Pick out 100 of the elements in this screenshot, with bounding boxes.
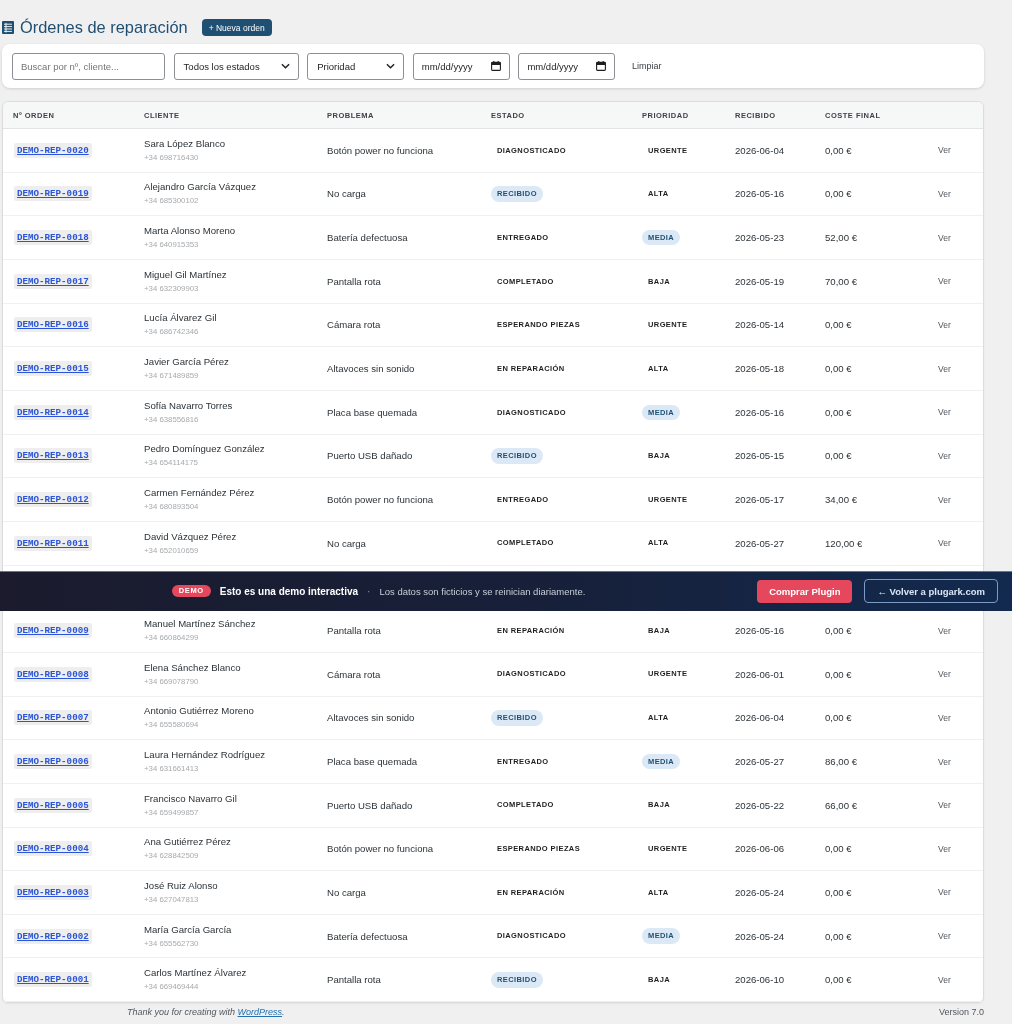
client-name: Manuel Martínez Sánchez: [144, 617, 256, 631]
cost-amount: 0,00 €: [825, 363, 852, 375]
order-number-link[interactable]: DEMO-REP-0002: [14, 928, 92, 944]
view-link[interactable]: Ver: [938, 931, 951, 942]
order-number-link[interactable]: DEMO-REP-0014: [14, 404, 92, 420]
problem-text: Placa base quemada: [327, 406, 418, 418]
client-name: Antonio Gutiérrez Moreno: [144, 704, 254, 718]
received-date: 2026-05-23: [735, 232, 785, 244]
client-name: Ana Gutiérrez Pérez: [144, 835, 231, 849]
received-date: 2026-05-27: [735, 756, 785, 767]
cost-amount: 0,00 €: [825, 319, 852, 331]
back-to-site-button[interactable]: ← Volver a plugark.com: [864, 579, 998, 604]
problem-text: Altavoces sin sonido: [327, 712, 415, 724]
problem-text: Altavoces sin sonido: [327, 363, 415, 375]
cost-amount: 34,00 €: [825, 494, 857, 506]
problem-text: Batería defectuosa: [327, 930, 408, 942]
view-link[interactable]: Ver: [938, 669, 951, 680]
view-link[interactable]: Ver: [938, 407, 951, 418]
view-link[interactable]: Ver: [938, 538, 951, 549]
cost-amount: 0,00 €: [825, 712, 852, 724]
problem-text: No carga: [327, 188, 366, 200]
order-number-link[interactable]: DEMO-REP-0001: [14, 972, 92, 988]
calendar-icon[interactable]: [490, 61, 501, 71]
order-number-link[interactable]: DEMO-REP-0015: [14, 361, 92, 377]
order-number-link[interactable]: DEMO-REP-0006: [14, 754, 92, 769]
client-name: Pedro Domínguez González: [144, 442, 265, 456]
order-number-link[interactable]: DEMO-REP-0018: [14, 230, 92, 246]
received-date: 2026-06-10: [735, 974, 785, 986]
client-name: Alejandro García Vázquez: [144, 180, 256, 194]
client-name: Carmen Fernández Pérez: [144, 486, 255, 500]
order-number-link[interactable]: DEMO-REP-0016: [14, 317, 92, 333]
problem-text: Botón power no funciona: [327, 144, 434, 156]
client-name: José Ruiz Alonso: [144, 879, 218, 892]
cost-amount: 66,00 €: [825, 799, 857, 811]
dot-separator: ·: [367, 585, 371, 597]
problem-text: Botón power no funciona: [327, 494, 434, 506]
calendar-icon[interactable]: [596, 61, 607, 71]
client-name: María García García: [144, 922, 232, 936]
view-link[interactable]: Ver: [938, 232, 951, 243]
problem-text: Pantalla rota: [327, 275, 381, 287]
cost-amount: 0,00 €: [825, 843, 852, 855]
order-number-link[interactable]: DEMO-REP-0004: [14, 841, 92, 857]
client-name: Sara López Blanco: [144, 136, 226, 150]
received-date: 2026-05-17: [735, 494, 785, 506]
view-link[interactable]: Ver: [938, 145, 951, 156]
received-date: 2026-05-14: [735, 319, 785, 331]
problem-text: Pantalla rota: [327, 625, 381, 637]
cost-amount: 0,00 €: [825, 887, 852, 898]
order-number-link[interactable]: DEMO-REP-0012: [14, 492, 92, 508]
order-number-link[interactable]: DEMO-REP-0011: [14, 535, 92, 551]
view-link[interactable]: Ver: [938, 843, 951, 854]
client-name: Elena Sánchez Blanco: [144, 660, 241, 674]
priority-select[interactable]: Prioridad: [307, 52, 405, 80]
problem-text: Puerto USB dañado: [327, 799, 413, 811]
received-date: 2026-05-22: [735, 799, 785, 811]
view-link[interactable]: Ver: [938, 800, 951, 811]
date-field[interactable]: mm/dd/yyyy: [412, 52, 510, 80]
client-name: David Vázquez Pérez: [144, 529, 237, 543]
order-number-link[interactable]: DEMO-REP-0019: [14, 186, 92, 202]
view-link[interactable]: Ver: [938, 319, 951, 330]
view-link[interactable]: Ver: [938, 189, 951, 199]
problem-text: Puerto USB dañado: [327, 450, 413, 462]
order-number-link[interactable]: DEMO-REP-0005: [14, 797, 92, 813]
received-date: 2026-05-27: [735, 537, 785, 549]
buy-plugin-button[interactable]: Comprar Plugin: [757, 579, 853, 603]
search-field[interactable]: Buscar por nº, cliente...: [12, 52, 165, 80]
view-link[interactable]: Ver: [938, 712, 951, 723]
view-link[interactable]: Ver: [938, 625, 951, 636]
status-select[interactable]: Todos los estados: [173, 52, 299, 80]
order-number-link[interactable]: DEMO-REP-0020: [14, 142, 92, 158]
view-link[interactable]: Ver: [938, 756, 951, 767]
view-link[interactable]: Ver: [938, 887, 951, 898]
order-number-link[interactable]: DEMO-REP-0013: [14, 448, 92, 464]
clear-filters-button[interactable]: Limpiar: [631, 61, 662, 71]
view-link[interactable]: Ver: [938, 974, 951, 985]
cost-amount: 0,00 €: [825, 625, 852, 637]
problem-text: Pantalla rota: [327, 974, 381, 986]
view-link[interactable]: Ver: [938, 363, 951, 374]
order-number-link[interactable]: DEMO-REP-0017: [14, 273, 92, 289]
problem-text: No carga: [327, 537, 366, 549]
order-number-link[interactable]: DEMO-REP-0009: [14, 623, 92, 639]
client-name: Marta Alonso Moreno: [144, 224, 236, 238]
order-number-link[interactable]: DEMO-REP-0008: [14, 666, 92, 682]
view-link[interactable]: Ver: [938, 494, 951, 505]
chevron-down-icon: [280, 63, 290, 69]
problem-text: Cámara rota: [327, 668, 381, 680]
received-date: 2026-05-18: [735, 363, 785, 375]
client-name: Laura Hernández Rodríguez: [144, 748, 266, 761]
order-number-link[interactable]: DEMO-REP-0007: [14, 710, 92, 726]
cost-amount: 52,00 €: [825, 232, 857, 244]
problem-text: Cámara rota: [327, 319, 381, 331]
view-link[interactable]: Ver: [938, 450, 951, 461]
cost-amount: 0,00 €: [825, 144, 852, 156]
table-icon: [2, 21, 14, 34]
view-link[interactable]: Ver: [938, 276, 951, 287]
order-number-link[interactable]: DEMO-REP-0003: [14, 885, 92, 900]
date-field[interactable]: mm/dd/yyyy: [518, 52, 616, 80]
new-order-button[interactable]: + Nueva orden: [201, 19, 272, 36]
cost-amount: 70,00 €: [825, 275, 857, 287]
received-date: 2026-05-16: [735, 188, 785, 200]
